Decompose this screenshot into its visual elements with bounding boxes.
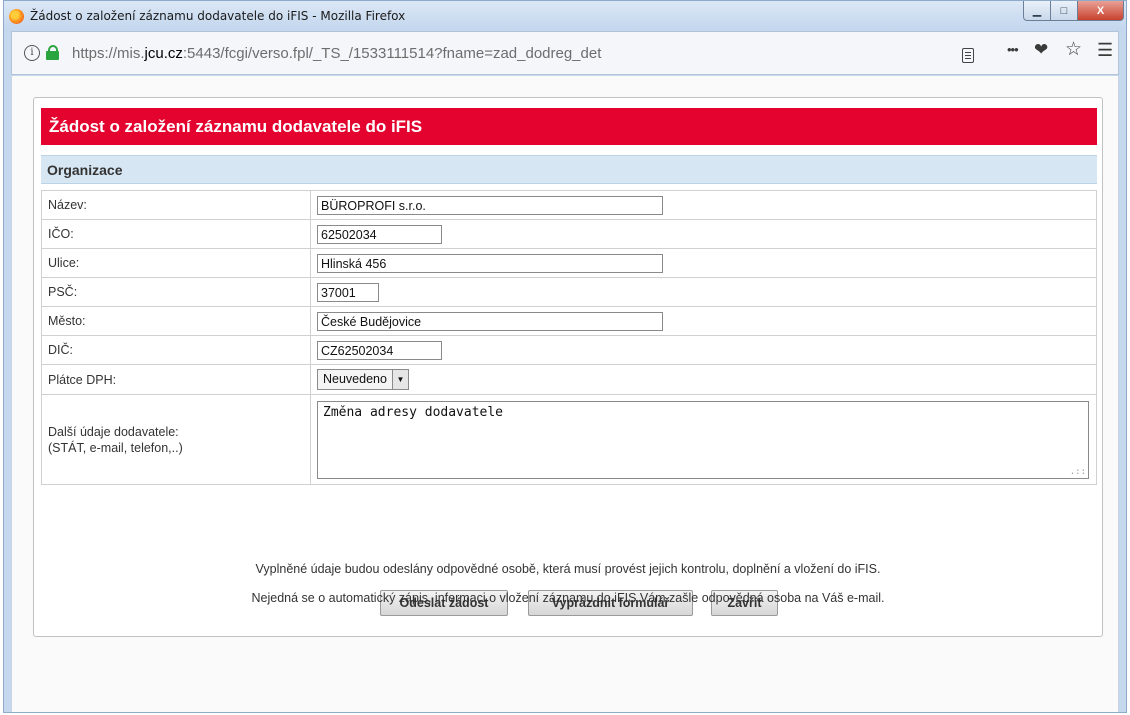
url-prefix: https://mis. — [72, 45, 145, 62]
input-dic[interactable]: CZ62502034 — [317, 340, 442, 360]
window-controls: ▁ □ X — [1023, 1, 1124, 21]
select-value: Neuvedeno — [323, 372, 387, 386]
url-path: :5443/fcgi/verso.fpl/_TS_/1533111514?fna… — [182, 45, 602, 62]
input-psc[interactable]: 37001 — [317, 282, 379, 302]
label-psc: PSČ: — [41, 277, 311, 307]
lock-icon[interactable] — [46, 45, 59, 60]
resize-grip-icon[interactable]: .:: — [1070, 467, 1086, 477]
info-note-2: Nejedná se o automatický zápis, informac… — [251, 591, 885, 605]
url-bar[interactable]: i https://mis.jcu.cz:5443/fcgi/verso.fpl… — [18, 37, 974, 69]
input-nazev[interactable]: BÜROPROFI s.r.o. — [317, 195, 663, 215]
chevron-down-icon[interactable]: ▼ — [391, 370, 408, 389]
label-mesto: Město: — [41, 306, 311, 336]
maximize-button[interactable]: □ — [1051, 1, 1078, 21]
more-icon[interactable]: ••• — [1007, 40, 1019, 60]
url-domain: jcu.cz — [144, 45, 183, 62]
label-ico: IČO: — [41, 219, 311, 249]
firefox-logo-icon — [9, 9, 24, 24]
label-dalsi-udaje-line2: (STÁT, e-mail, telefon,..) — [48, 440, 183, 455]
close-window-button[interactable]: X — [1078, 1, 1124, 21]
row-psc: PSČ: 37001 — [41, 277, 1097, 307]
reader-view-icon[interactable] — [962, 48, 974, 63]
row-dic: DIČ: CZ62502034 — [41, 335, 1097, 365]
browser-window: Žádost o založení záznamu dodavatele do … — [3, 0, 1127, 713]
label-dalsi-udaje: Další údaje dodavatele: (STÁT, e-mail, t… — [41, 394, 311, 485]
info-icon[interactable]: i — [24, 45, 40, 61]
row-ico: IČO: 62502034 — [41, 219, 1097, 249]
textarea-dalsi-udaje[interactable]: Změna adresy dodavatele .:: — [317, 400, 1089, 479]
row-nazev: Název: BÜROPROFI s.r.o. — [41, 190, 1097, 220]
row-dalsi-udaje: Další údaje dodavatele: (STÁT, e-mail, t… — [41, 394, 1097, 485]
textarea-value: Změna adresy dodavatele — [323, 404, 504, 420]
bookmark-star-icon[interactable]: ☆ — [1065, 40, 1082, 60]
form-header: Žádost o založení záznamu dodavatele do … — [41, 108, 1097, 145]
label-dic: DIČ: — [41, 335, 311, 365]
select-platce-dph[interactable]: Neuvedeno ▼ — [317, 369, 409, 390]
page-content: Žádost o založení záznamu dodavatele do … — [11, 76, 1119, 712]
section-title: Organizace — [41, 155, 1097, 184]
label-dalsi-udaje-line1: Další údaje dodavatele: — [48, 424, 179, 439]
row-ulice: Ulice: Hlinská 456 — [41, 248, 1097, 278]
form-panel: Žádost o založení záznamu dodavatele do … — [33, 97, 1103, 637]
navigation-bar: i https://mis.jcu.cz:5443/fcgi/verso.fpl… — [11, 31, 1119, 75]
label-ulice: Ulice: — [41, 248, 311, 278]
info-note-1: Vyplněné údaje budou odeslány odpovědné … — [255, 562, 881, 576]
label-nazev: Název: — [41, 190, 311, 220]
form-table: Název: BÜROPROFI s.r.o. IČO: 62502034 Ul… — [41, 190, 1097, 485]
pocket-icon[interactable]: ❤ — [1034, 40, 1048, 60]
input-mesto[interactable]: České Budějovice — [317, 311, 663, 331]
input-ulice[interactable]: Hlinská 456 — [317, 253, 663, 273]
label-platce-dph: Plátce DPH: — [41, 364, 311, 395]
row-mesto: Město: České Budějovice — [41, 306, 1097, 336]
minimize-button[interactable]: ▁ — [1023, 1, 1051, 21]
input-ico[interactable]: 62502034 — [317, 224, 442, 244]
menu-icon[interactable]: ☰ — [1097, 40, 1113, 60]
url-text[interactable]: https://mis.jcu.cz:5443/fcgi/verso.fpl/_… — [72, 45, 601, 62]
window-title: Žádost o založení záznamu dodavatele do … — [30, 9, 406, 23]
row-platce-dph: Plátce DPH: Neuvedeno ▼ — [41, 364, 1097, 395]
title-bar[interactable]: Žádost o založení záznamu dodavatele do … — [4, 1, 1126, 31]
